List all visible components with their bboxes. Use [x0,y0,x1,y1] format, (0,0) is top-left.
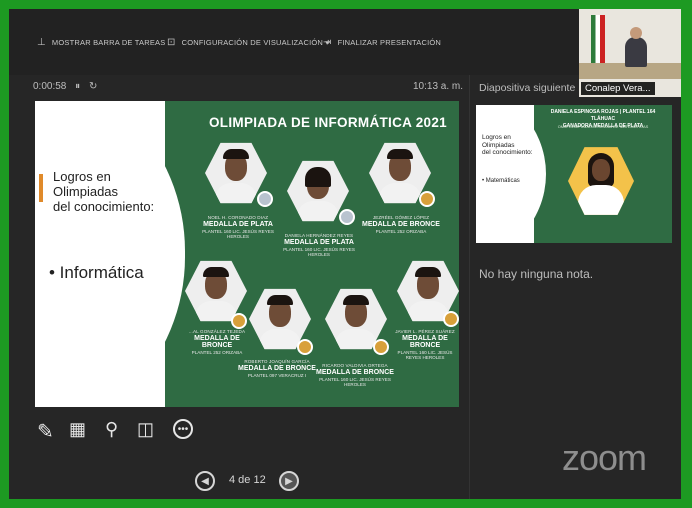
student-caption: JEZRÉEL GÓMEZ LÓPEZ MEDALLA DE BRONCE PL… [362,215,440,234]
previous-slide-button[interactable]: ◀ [195,471,215,491]
show-taskbar-label: MOSTRAR BARRA DE TAREAS [51,38,166,47]
see-all-slides-icon[interactable]: ▦ [69,419,86,440]
student-caption: NOEL H. CORONADO DIAZ MEDALLA DE PLATA P… [202,215,274,239]
medal-icon [339,209,355,225]
thumb-heading: Logros en Olimpiadas del conocimiento: [482,134,533,156]
more-options-icon[interactable]: ••• [173,419,193,439]
thumb-subtitle: OMM OLIMPIADA MEXICANA DE MATEMÁTICAS [557,124,649,129]
thumb-bullet: • Matemáticas [482,178,520,184]
slide-title: OLIMPIADA DE INFORMÁTICA 2021 [209,115,447,130]
accent-bar [39,174,43,202]
medal-icon [231,313,247,329]
student-caption: ...AL GONZÁLEZ TEJEDA MEDALLA DE BRONCE … [188,329,246,355]
screen-icon[interactable]: ◫ [137,419,154,440]
participant-video[interactable]: Conalep Vera... [579,9,681,97]
next-slide-thumbnail[interactable]: DANIELA ESPINOSA ROJAS | PLANTEL 164 TLÁ… [476,105,672,243]
display-settings-button[interactable]: ⊡ CONFIGURACIÓN DE VISUALIZACIÓN ▾ [167,37,329,48]
slide-heading: Logros en Olimpiadas del conocimiento: [53,169,155,214]
taskbar-icon: ⊥ [37,37,46,48]
pen-icon[interactable]: ✎ [37,419,54,444]
flag-image [591,15,605,63]
end-show-icon: ⇥ [323,37,332,48]
medal-icon [257,191,273,207]
student-caption: ROBERTO JOAQUÍN GARCÍA MEDALLA DE BRONCE… [238,359,316,378]
reset-timer-icon[interactable]: ↻ [89,81,97,92]
next-slide-label: Diapositiva siguiente [479,82,576,94]
student-caption: DANIELA HERNÁNDEZ REYES MEDALLA DE PLATA… [283,233,355,257]
notes-placeholder: No hay ninguna nota. [479,267,594,281]
end-show-button[interactable]: ⇥ FINALIZAR PRESENTACIÓN [323,37,441,48]
student-caption: RICARDO VALDIVIA ORTEGA MEDALLA DE BRONC… [316,363,394,387]
pause-icon[interactable]: ⏸ [75,81,80,92]
medal-icon [373,339,389,355]
participant-name: Conalep Vera... [581,82,655,95]
zoom-logo: zoom [562,437,647,478]
elapsed-time: 0:00:58 [33,81,67,92]
next-slide-button[interactable]: ▶ [279,471,299,491]
end-show-label: FINALIZAR PRESENTACIÓN [337,38,442,47]
clock: 10:13 a. m. [413,81,464,92]
slide-white-curve [35,101,185,407]
page-indicator: 4 de 12 [229,474,266,486]
presenter-view: ⊥ MOSTRAR BARRA DE TAREAS ⊡ CONFIGURACIÓ… [9,9,681,499]
slide-bullet: • Informática [49,263,144,282]
display-settings-label: CONFIGURACIÓN DE VISUALIZACIÓN ▾ [181,38,330,47]
show-taskbar-button[interactable]: ⊥ MOSTRAR BARRA DE TAREAS [37,37,165,48]
zoom-in-icon[interactable]: ⚲ [105,419,118,440]
student-caption: JAVIER L. PÉREZ SUÁREZ MEDALLA DE BRONCE… [395,329,455,360]
medal-icon [443,311,459,327]
display-settings-icon: ⊡ [167,37,176,48]
current-slide: Logros en Olimpiadas del conocimiento: •… [35,101,459,407]
pane-divider [469,75,470,499]
timer-group: 0:00:58 ⏸ ↻ [33,81,97,92]
person-image [625,27,647,67]
medal-icon [297,339,313,355]
medal-icon [419,191,435,207]
